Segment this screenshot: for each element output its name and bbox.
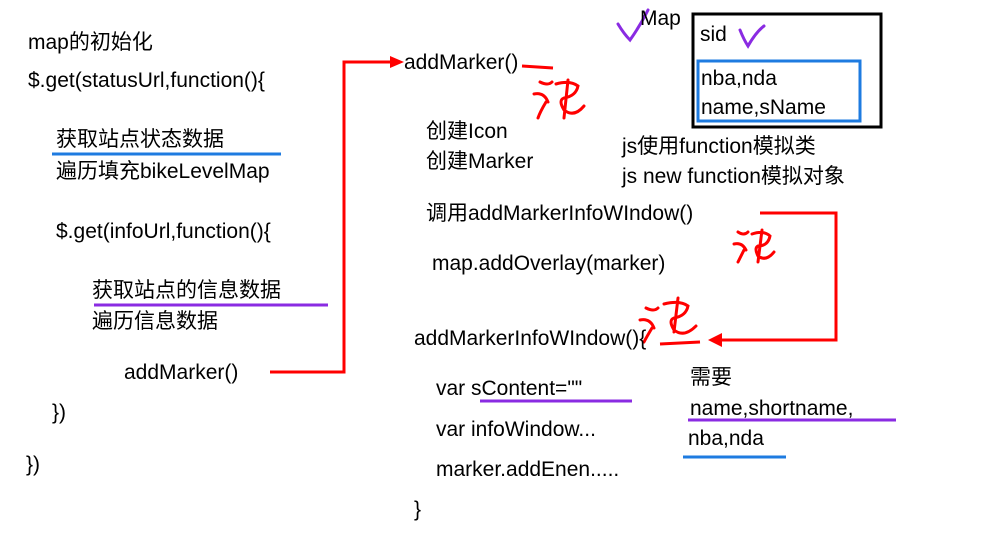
left-fetch-info: 获取站点的信息数据 (92, 279, 281, 302)
left-get-info: $.get(infoUrl,function(){ (56, 220, 271, 243)
middle-add-marker: addMarker() (404, 51, 519, 74)
left-fetch-status: 获取站点状态数据 (56, 128, 224, 151)
middle-call-info-window: 调用addMarkerInfoWIndow() (426, 202, 694, 225)
middle-close-brace: } (414, 498, 422, 521)
handwritten-mark-1 (532, 78, 586, 120)
left-fill-level-map: 遍历填充bikeLevelMap (56, 160, 270, 183)
middle-var-info-window: var infoWindow... (436, 418, 596, 441)
left-close-outer: }) (26, 453, 41, 476)
middle-add-overlay: map.addOverlay(marker) (432, 252, 666, 275)
strike-info-window (659, 340, 701, 346)
map-name-sname: name,sName (701, 96, 826, 119)
map-label: Map (640, 7, 681, 30)
middle-var-content: var sContent="" (436, 377, 583, 400)
arrowhead-add-marker (390, 56, 404, 68)
left-call-add-marker: addMarker() (124, 361, 239, 384)
map-sid: sid (700, 23, 727, 46)
handwritten-mark-3 (638, 296, 698, 344)
left-title: map的初始化 (28, 31, 153, 54)
need-nba: nba,nda (688, 427, 764, 450)
need-names: name,shortname, (690, 397, 854, 420)
arrow-add-marker (270, 60, 396, 374)
strike-add-marker (521, 64, 554, 70)
middle-add-event: marker.addEnen..... (436, 458, 620, 481)
left-close-inner: }) (52, 401, 67, 424)
middle-create-icon: 创建Icon (426, 120, 508, 143)
js-class-note: js使用function模拟类 (622, 135, 816, 158)
arrowhead-info-window (708, 333, 722, 347)
left-iterate-info: 遍历信息数据 (92, 310, 218, 333)
check-mark-sid (738, 24, 766, 49)
js-object-note: js new function模拟对象 (622, 165, 845, 188)
map-nba-nda: nba,nda (701, 67, 777, 90)
need-label: 需要 (690, 366, 732, 389)
diagram-canvas: map的初始化 $.get(statusUrl,function(){ 获取站点… (0, 0, 995, 558)
middle-create-marker: 创建Marker (426, 150, 534, 173)
middle-info-window-def: addMarkerInfoWIndow(){ (414, 327, 647, 350)
handwritten-mark-2 (732, 228, 776, 264)
left-get-status: $.get(statusUrl,function(){ (28, 69, 265, 92)
